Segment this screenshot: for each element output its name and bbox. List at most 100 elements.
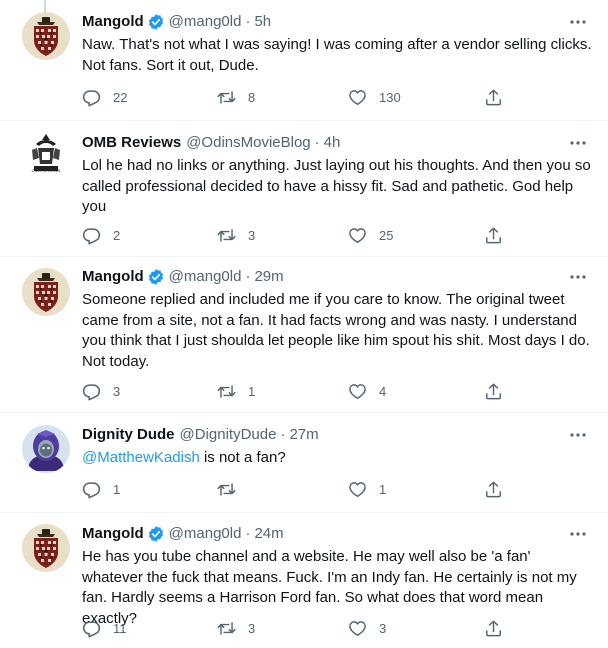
author-handle[interactable]: @mang0ld [169, 12, 242, 32]
retweet-icon [217, 619, 236, 638]
more-options-icon[interactable] [568, 270, 588, 284]
share-icon [484, 226, 503, 245]
author-name[interactable]: OMB Reviews [82, 133, 181, 153]
like-button[interactable]: 3 [348, 618, 386, 638]
retweet-button[interactable]: 3 [217, 225, 255, 245]
mangold-shield-avatar[interactable] [22, 268, 70, 316]
separator-dot: · [280, 426, 286, 443]
heart-icon [348, 88, 367, 107]
retweet-button[interactable]: 1 [217, 381, 255, 401]
tweet-text-body: is not a fan? [199, 449, 286, 466]
more-options-icon[interactable] [568, 428, 588, 442]
tweet-text: Naw. That's not what I was saying! I was… [82, 36, 592, 74]
heart-icon [348, 619, 367, 638]
reply-button[interactable]: 22 [82, 87, 127, 107]
purple-character-avatar[interactable] [22, 425, 70, 473]
reply-button[interactable]: 3 [82, 381, 120, 401]
author-name[interactable]: Mangold [82, 12, 144, 32]
reply-button[interactable]: 1 [82, 479, 120, 499]
avatar-caption: OMB REVIEWS [31, 168, 61, 173]
tweet-item[interactable]: Dignity Dude @DignityDude · 27m @Matthew… [0, 413, 608, 513]
reply-button[interactable]: 2 [82, 225, 120, 245]
retweet-button[interactable] [217, 479, 248, 499]
reply-count: 2 [113, 227, 121, 243]
retweet-icon [217, 226, 236, 245]
share-icon [484, 88, 503, 107]
author-handle[interactable]: @OdinsMovieBlog [186, 133, 310, 153]
like-button[interactable]: 130 [348, 87, 401, 107]
like-count: 3 [379, 620, 387, 636]
mention-link[interactable]: @MatthewKadish [82, 449, 200, 466]
separator-dot: · [245, 525, 251, 542]
heart-icon [348, 382, 367, 401]
reply-icon [82, 88, 101, 107]
tweet-timestamp[interactable]: 27m [289, 425, 318, 445]
retweet-count: 1 [248, 383, 256, 399]
author-name[interactable]: Mangold [82, 524, 144, 544]
share-icon [484, 480, 503, 499]
retweet-icon [217, 382, 236, 401]
reply-button[interactable]: 11 [82, 618, 127, 638]
separator-dot: · [314, 134, 320, 151]
more-options-icon[interactable] [568, 15, 588, 29]
tweet-timestamp[interactable]: 5h [254, 12, 271, 32]
like-count: 25 [379, 227, 394, 243]
verified-badge-icon [147, 13, 165, 31]
like-count: 4 [379, 383, 387, 399]
retweet-icon [217, 480, 236, 499]
reply-count: 3 [113, 383, 121, 399]
author-name[interactable]: Dignity Dude [82, 425, 175, 445]
mangold-shield-avatar[interactable] [22, 12, 70, 60]
odin-logo-avatar[interactable]: OMB REVIEWS [22, 130, 70, 178]
share-button[interactable] [484, 381, 503, 401]
reply-count: 22 [113, 89, 128, 105]
share-button[interactable] [484, 618, 503, 638]
more-options-icon[interactable] [568, 136, 588, 150]
tweet-text: @MatthewKadish is not a fan? [82, 448, 594, 469]
author-handle[interactable]: @DignityDude [180, 425, 277, 445]
tweet-text: He has you tube channel and a website. H… [82, 548, 577, 627]
tweet-timestamp[interactable]: 4h [324, 133, 341, 153]
verified-badge-icon [147, 525, 165, 543]
reply-icon [82, 619, 101, 638]
author-handle[interactable]: @mang0ld [169, 524, 242, 544]
reply-count: 1 [113, 481, 121, 497]
verified-badge-icon [147, 268, 165, 286]
retweet-count: 3 [248, 620, 256, 636]
tweet-item[interactable]: Mangold @mang0ld · 24m He has you tube c… [0, 513, 608, 648]
separator-dot: · [245, 13, 251, 30]
like-button[interactable]: 25 [348, 225, 393, 245]
heart-icon [348, 480, 367, 499]
tweet-timestamp[interactable]: 29m [254, 267, 283, 287]
separator-dot: · [245, 268, 251, 285]
reply-count: 11 [113, 620, 127, 636]
like-button[interactable]: 1 [348, 479, 386, 499]
more-options-icon[interactable] [568, 527, 588, 541]
share-icon [484, 382, 503, 401]
reply-icon [82, 480, 101, 499]
retweet-count: 8 [248, 89, 256, 105]
tweet-item[interactable]: Mangold @mang0ld · 29m Someone replied a… [0, 257, 608, 413]
retweet-count: 3 [248, 227, 256, 243]
reply-icon [82, 226, 101, 245]
tweet-timestamp[interactable]: 24m [254, 524, 283, 544]
retweet-button[interactable]: 8 [217, 87, 255, 107]
tweet-text: Lol he had no links or anything. Just la… [82, 157, 591, 215]
like-count: 130 [379, 89, 401, 105]
heart-icon [348, 226, 367, 245]
like-button[interactable]: 4 [348, 381, 386, 401]
mangold-shield-avatar[interactable] [22, 524, 70, 572]
author-handle[interactable]: @mang0ld [169, 267, 242, 287]
share-button[interactable] [484, 479, 503, 499]
retweet-button[interactable]: 3 [217, 618, 255, 638]
author-name[interactable]: Mangold [82, 267, 144, 287]
tweet-item[interactable]: OMB REVIEWS OMB Reviews @OdinsMovieBlog … [0, 121, 608, 257]
tweet-text: Someone replied and included me if you c… [82, 291, 590, 370]
tweet-item[interactable]: Mangold @mang0ld · 5h Naw. That's not wh… [0, 0, 608, 121]
share-button[interactable] [484, 225, 503, 245]
share-icon [484, 619, 503, 638]
like-count: 1 [379, 481, 387, 497]
reply-icon [82, 382, 101, 401]
retweet-icon [217, 88, 236, 107]
share-button[interactable] [484, 87, 503, 107]
